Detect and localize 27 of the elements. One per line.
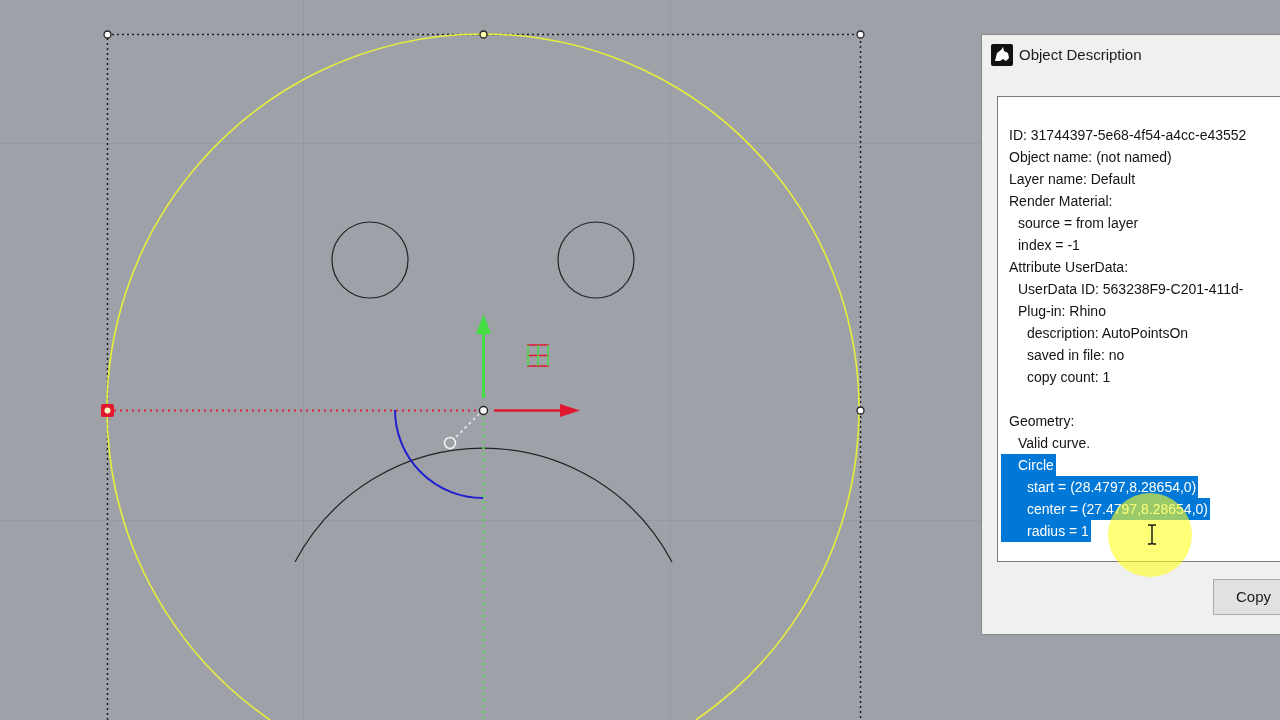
control-point-icon[interactable] bbox=[478, 405, 489, 416]
description-line: saved in file: no bbox=[1026, 346, 1126, 365]
description-line: UserData ID: 563238F9-C201-411d- bbox=[1017, 280, 1245, 299]
control-point-icon[interactable] bbox=[856, 30, 865, 39]
app-icon bbox=[991, 44, 1013, 66]
point-marker-icon[interactable] bbox=[101, 404, 114, 417]
description-line: Geometry: bbox=[1008, 412, 1076, 431]
description-line: description: AutoPointsOn bbox=[1026, 324, 1190, 343]
description-line: ID: 31744397-5e68-4f54-a4cc-e43552 bbox=[1008, 126, 1248, 145]
ring-icon bbox=[443, 436, 457, 450]
description-line: Plug-in: Rhino bbox=[1017, 302, 1107, 321]
copy-button[interactable]: Copy bbox=[1213, 579, 1280, 615]
description-text-area[interactable] bbox=[997, 96, 1280, 562]
description-line: Render Material: bbox=[1008, 192, 1114, 211]
description-line: Layer name: Default bbox=[1008, 170, 1137, 189]
control-point-icon[interactable] bbox=[479, 30, 488, 39]
text-cursor-icon bbox=[1147, 524, 1157, 545]
description-line: index = -1 bbox=[1017, 236, 1081, 255]
description-line: Valid curve. bbox=[1017, 434, 1092, 453]
description-line: source = from layer bbox=[1017, 214, 1140, 233]
dialog-title: Object Description bbox=[1019, 45, 1142, 65]
description-line: Object name: (not named) bbox=[1008, 148, 1173, 167]
radius-guide-line bbox=[455, 413, 480, 438]
description-line: Attribute UserData: bbox=[1008, 258, 1130, 277]
description-line: copy count: 1 bbox=[1026, 368, 1112, 387]
control-point-icon[interactable] bbox=[103, 30, 112, 39]
control-point-icon[interactable] bbox=[856, 406, 865, 415]
